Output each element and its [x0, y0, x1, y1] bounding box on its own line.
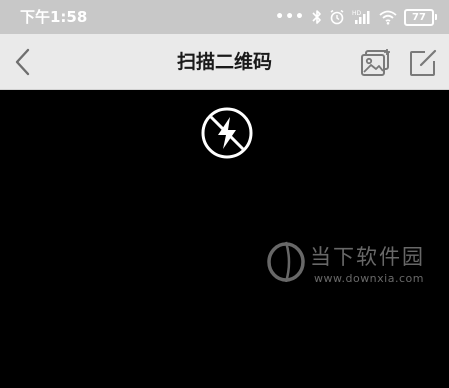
watermark-url: www.downxia.com	[314, 272, 424, 285]
alarm-icon	[329, 9, 345, 25]
camera-viewfinder: 当下软件园 www.downxia.com	[0, 90, 449, 306]
status-time: 下午1:58	[20, 8, 88, 26]
network-label: HD	[352, 10, 362, 17]
bluetooth-icon	[312, 9, 322, 25]
edit-icon	[410, 49, 437, 76]
edit-button[interactable]	[407, 47, 439, 79]
wifi-icon	[379, 9, 397, 25]
watermark-name: 当下软件园	[310, 245, 425, 269]
image-gallery-icon	[361, 49, 390, 76]
flash-toggle-button[interactable]	[200, 106, 254, 160]
battery-icon: 77	[404, 8, 437, 26]
notification-dots: •••	[275, 9, 305, 25]
status-bar: 下午1:58 ••• HD 77	[0, 0, 449, 34]
header-bar: 扫描二维码	[0, 34, 449, 90]
battery-level: 77	[404, 8, 434, 26]
flash-off-icon	[201, 107, 253, 159]
gallery-button[interactable]	[360, 47, 392, 79]
downxia-logo-icon	[267, 241, 305, 282]
battery-tip	[435, 14, 437, 20]
status-icons: ••• HD 77	[275, 6, 437, 28]
watermark: 当下软件园 www.downxia.com	[262, 238, 442, 388]
signal-icon: HD	[352, 9, 372, 25]
